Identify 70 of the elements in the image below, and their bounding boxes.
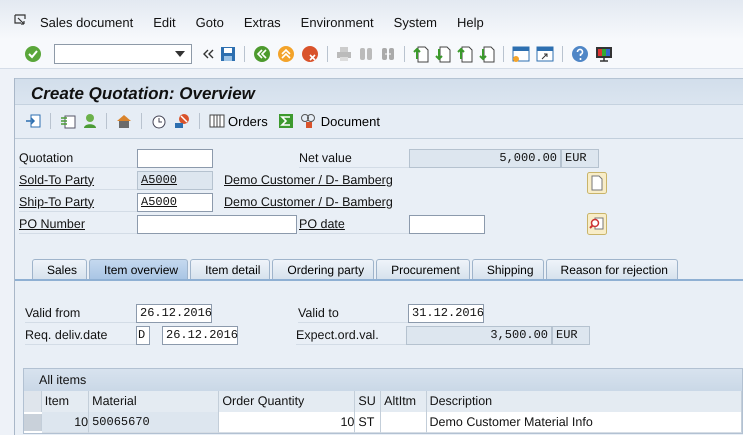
tab[interactable]: Sales <box>32 259 88 279</box>
page-icon[interactable] <box>457 45 473 63</box>
help-icon[interactable] <box>571 45 589 63</box>
page-icon[interactable] <box>413 45 429 63</box>
table-cell: 10 <box>42 412 90 433</box>
partner-field: A5000 <box>137 170 213 190</box>
menu-item[interactable]: Help <box>457 14 484 30</box>
save-icon[interactable] <box>220 46 236 62</box>
expected-value-field: 3,500.00 <box>406 326 552 344</box>
column-header[interactable]: Order Quantity <box>219 391 356 412</box>
person-icon[interactable] <box>83 113 97 129</box>
enter-icon[interactable] <box>24 45 42 63</box>
po-date-field[interactable] <box>409 214 485 234</box>
clock-icon[interactable] <box>151 113 167 129</box>
currency-field: EUR <box>552 326 590 344</box>
page-icon[interactable] <box>435 45 451 63</box>
po-number-field[interactable] <box>137 214 297 234</box>
date-field[interactable]: 26.12.2016 <box>162 326 238 344</box>
sum-icon[interactable] <box>278 114 293 128</box>
tab[interactable]: Reason for rejection <box>546 259 678 279</box>
block-icon[interactable] <box>174 113 190 129</box>
table-cell: Demo Customer Material Info <box>426 412 742 433</box>
menu-item[interactable]: Extras <box>244 14 281 30</box>
date-format-field[interactable]: D <box>136 326 150 344</box>
table-cell <box>381 412 427 433</box>
currency-field: EUR <box>561 148 599 168</box>
collapse-icon[interactable] <box>202 49 214 59</box>
document-icon[interactable] <box>60 113 76 129</box>
tab[interactable]: Item overview <box>89 259 188 279</box>
screen-title: Create Quotation: Overview <box>30 83 257 104</box>
menu-item[interactable]: Goto <box>196 14 224 30</box>
display-icon[interactable] <box>25 113 41 129</box>
menu-item[interactable]: Environment <box>300 14 374 30</box>
cancel-icon[interactable] <box>301 45 319 63</box>
document-button[interactable]: Document <box>300 113 384 129</box>
date-field[interactable]: 26.12.2016 <box>136 304 212 322</box>
quotation-field[interactable] <box>137 148 213 168</box>
search-document-icon[interactable] <box>587 213 607 235</box>
net-value-field: 5,000.00 <box>409 148 561 168</box>
tab[interactable]: Ordering party <box>272 259 374 279</box>
table-cell: ST <box>355 412 382 433</box>
partner-name-link[interactable]: Demo Customer / D- Bamberg <box>224 195 393 209</box>
menu-item[interactable]: System <box>394 14 437 30</box>
table-cell: 10 <box>219 412 356 433</box>
table-icon <box>209 114 225 128</box>
column-header[interactable]: SU <box>355 391 382 412</box>
column-header[interactable]: Description <box>426 391 742 412</box>
shortcut-icon[interactable] <box>536 45 554 63</box>
monitor-icon[interactable] <box>595 45 613 63</box>
page-icon[interactable] <box>479 45 495 63</box>
command-field[interactable] <box>54 44 192 64</box>
table-title: All items <box>24 369 742 391</box>
menu-item[interactable]: Edit <box>153 14 176 30</box>
partner-field[interactable]: A5000 <box>137 192 213 212</box>
tab[interactable]: Item detail <box>190 259 270 279</box>
column-header[interactable]: AltItm <box>381 391 427 412</box>
partner-name-link[interactable]: Demo Customer / D- Bamberg <box>224 173 393 187</box>
menu-item[interactable]: Sales document <box>40 14 134 30</box>
table-cell: 50065670 <box>89 412 220 433</box>
menu-icon[interactable] <box>14 14 28 26</box>
new-session-icon[interactable] <box>512 45 530 63</box>
house-icon[interactable] <box>116 113 132 129</box>
orders-button[interactable]: Orders <box>209 114 272 128</box>
caret-icon[interactable] <box>175 51 185 57</box>
glasses-icon <box>300 113 318 129</box>
document-icon[interactable] <box>587 172 607 194</box>
date-field[interactable]: 31.12.2016 <box>408 304 484 322</box>
tab[interactable]: Procurement <box>376 259 470 279</box>
tab[interactable]: Shipping <box>472 259 544 279</box>
back-icon[interactable] <box>253 45 271 63</box>
